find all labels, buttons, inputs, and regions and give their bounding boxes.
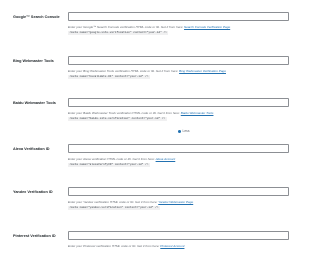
yandex-verification-input[interactable] <box>68 187 289 196</box>
description-text: Enter your Yandex verification HTML code… <box>68 200 158 204</box>
meta-tag-example: <meta name="alexaVerifyID" content="your… <box>68 162 150 167</box>
meta-tag-example: <meta name="yandex-verification" content… <box>68 205 160 210</box>
verification-page-link[interactable]: Pinterest Account <box>160 244 184 248</box>
less-toggle[interactable]: Less <box>178 128 189 134</box>
meta-tag-example: <meta name="google-site-verification" co… <box>68 30 169 35</box>
verification-page-link[interactable]: Search Console Verification Page <box>184 25 230 29</box>
field-label: Bing Webmaster Tools <box>13 59 54 63</box>
dot-icon <box>178 129 181 133</box>
description-text: Enter your Google™ Search Console verifi… <box>68 25 184 29</box>
field-label: Google™ Search Console <box>13 15 60 19</box>
description-text: Enter your Alexa verification HTML code … <box>68 157 155 161</box>
description-text: Enter your Pinterest verification HTML c… <box>68 244 160 248</box>
google-verification-input[interactable] <box>68 12 289 21</box>
field-description: Enter your Alexa verification HTML code … <box>68 157 293 167</box>
verification-page-link[interactable]: Yandex Webmaster Page <box>158 200 193 204</box>
field-description: Enter your Google™ Search Console verifi… <box>68 25 293 35</box>
verification-page-link[interactable]: Bing Webmaster Verification Page <box>179 69 226 73</box>
description-text: Enter your Baidu Webmaster Tools verific… <box>68 111 180 115</box>
pinterest-verification-input[interactable] <box>68 231 289 240</box>
verification-page-link[interactable]: Alexa Account <box>156 157 176 161</box>
field-label: Alexa Verification ID <box>13 147 50 151</box>
meta-tag-example: <meta name="msvalidate.01" content="your… <box>68 74 150 79</box>
meta-tag-example: <meta name="baidu-site-verification" con… <box>68 116 167 121</box>
less-toggle-row: Less <box>0 128 300 134</box>
field-label: Pinterest Verification ID <box>13 234 56 238</box>
field-description: Enter your Pinterest verification HTML c… <box>68 244 293 249</box>
verification-page-link[interactable]: Baidu Webmaster Tools <box>181 111 214 115</box>
field-label: Baidu Webmaster Tools <box>13 101 56 105</box>
field-description: Enter your Baidu Webmaster Tools verific… <box>68 111 293 121</box>
field-description: Enter your Yandex verification HTML code… <box>68 200 293 210</box>
alexa-verification-input[interactable] <box>68 144 289 153</box>
baidu-verification-input[interactable] <box>68 98 289 107</box>
bing-verification-input[interactable] <box>68 56 289 65</box>
description-text: Enter your Bing Webmaster Tools verifica… <box>68 69 179 73</box>
less-toggle-label: Less <box>182 129 190 133</box>
field-label: Yandex Verification ID <box>13 190 53 194</box>
field-description: Enter your Bing Webmaster Tools verifica… <box>68 69 293 79</box>
